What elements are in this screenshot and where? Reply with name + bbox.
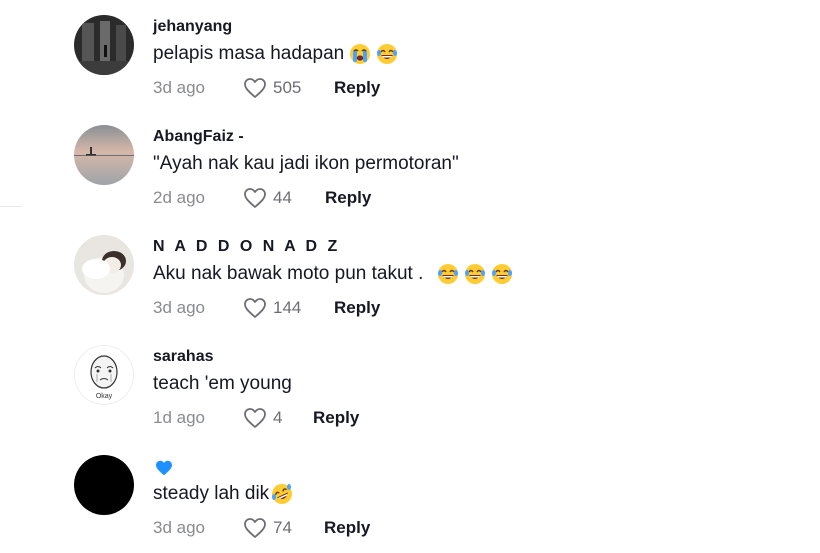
comment-item: jehanyang pelapis masa hadapan 3d ago 50…	[0, 0, 820, 110]
comment-text: pelapis masa hadapan	[153, 43, 398, 65]
comment-text-content: steady lah dik	[153, 483, 270, 504]
avatar-caption: Okay	[96, 393, 113, 400]
comment-date: 3d ago	[153, 518, 205, 537]
like-count: 505	[273, 78, 302, 97]
tears-of-joy-emoji-icon	[464, 263, 486, 285]
reply-button[interactable]: Reply	[324, 518, 370, 538]
avatar[interactable]: Okay	[74, 345, 134, 405]
comment-item: AbangFaiz - "Ayah nak kau jadi ikon perm…	[0, 110, 820, 220]
tears-of-joy-emoji-icon	[437, 263, 459, 285]
reply-button[interactable]: Reply	[325, 188, 371, 208]
loudly-crying-face-emoji-icon	[349, 43, 371, 65]
comment-text-content: Aku nak bawak moto pun takut .	[153, 263, 424, 284]
comment-username[interactable]: sarahas	[153, 348, 214, 366]
comment-username[interactable]: AbangFaiz -	[153, 128, 244, 146]
reply-button[interactable]: Reply	[313, 408, 359, 428]
comment-text-content: pelapis masa hadapan	[153, 43, 345, 64]
comment-text: Aku nak bawak moto pun takut .	[153, 263, 513, 285]
reply-button[interactable]: Reply	[334, 78, 380, 98]
comment-meta: 1d ago 4 Reply	[153, 407, 359, 429]
avatar[interactable]	[74, 455, 134, 515]
tears-of-joy-emoji-icon	[376, 43, 398, 65]
comment-text-content: teach 'em young	[153, 373, 292, 394]
divider	[0, 206, 22, 207]
comment-meta: 3d ago 144 Reply	[153, 297, 380, 319]
comment-date: 2d ago	[153, 188, 205, 207]
comment-meta: 3d ago 74 Reply	[153, 517, 370, 539]
tears-of-joy-emoji-icon	[491, 263, 513, 285]
heart-outline-icon	[244, 78, 266, 98]
like-button[interactable]: 4	[243, 407, 313, 429]
comment-username[interactable]: jehanyang	[153, 18, 232, 36]
comment-item: Okay sarahas teach 'em young 1d ago 4 Re…	[0, 330, 820, 440]
comment-text: teach 'em young	[153, 373, 292, 395]
like-count: 74	[273, 518, 292, 537]
comment-meta: 2d ago 44 Reply	[153, 187, 371, 209]
like-button[interactable]: 44	[243, 187, 325, 209]
like-button[interactable]: 144	[243, 297, 334, 319]
comment-text: steady lah dik	[153, 483, 293, 505]
like-button[interactable]: 74	[243, 517, 324, 539]
like-button[interactable]: 505	[243, 77, 334, 99]
rolling-on-floor-laughing-emoji-icon	[271, 483, 293, 505]
avatar[interactable]	[74, 125, 134, 185]
heart-outline-icon	[244, 188, 266, 208]
heart-outline-icon	[244, 408, 266, 428]
comment-date: 3d ago	[153, 298, 205, 317]
comment-text: "Ayah nak kau jadi ikon permotoran"	[153, 153, 459, 175]
like-count: 44	[273, 188, 292, 207]
like-count: 144	[273, 298, 302, 317]
comment-item: N A D D O N A D Z Aku nak bawak moto pun…	[0, 220, 820, 330]
heart-outline-icon	[244, 518, 266, 538]
comment-text-content: "Ayah nak kau jadi ikon permotoran"	[153, 153, 459, 174]
avatar[interactable]	[74, 15, 134, 75]
reply-button[interactable]: Reply	[334, 298, 380, 318]
blue-heart-icon	[155, 460, 173, 481]
avatar[interactable]	[74, 235, 134, 295]
comment-date: 3d ago	[153, 78, 205, 97]
comment-meta: 3d ago 505 Reply	[153, 77, 380, 99]
comment-date: 1d ago	[153, 408, 205, 427]
like-count: 4	[273, 408, 283, 427]
heart-outline-icon	[244, 298, 266, 318]
comment-item: steady lah dik 3d ago 74 Reply	[0, 440, 820, 550]
comment-username[interactable]: N A D D O N A D Z	[153, 238, 340, 256]
